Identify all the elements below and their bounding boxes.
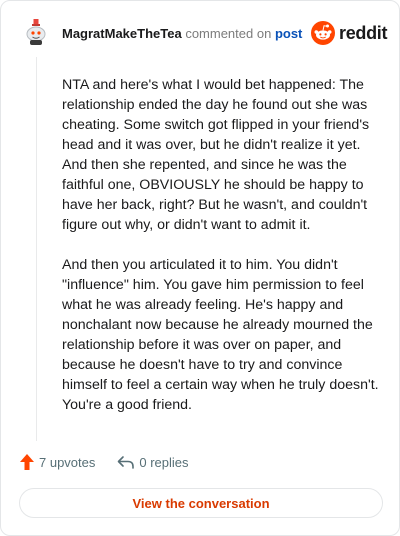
comment-body: NTA and here's what I would bet happened… [62, 75, 384, 435]
reply-button[interactable]: 0 replies [117, 454, 189, 470]
reddit-snoo-icon [311, 21, 335, 45]
reply-count: 0 replies [139, 454, 189, 470]
comment-paragraph: And then you articulated it to him. You … [62, 257, 379, 413]
upvote-count: 7 upvotes [39, 454, 96, 470]
reply-arrow-icon [118, 456, 135, 469]
username-link[interactable]: MagratMakeTheTea [62, 26, 182, 41]
reddit-wordmark: reddit [339, 22, 388, 43]
upvote-arrow-icon [20, 454, 34, 470]
view-conversation-button[interactable]: View the conversation [19, 488, 383, 518]
upvote-button[interactable]: 7 upvotes [19, 453, 95, 471]
comment-paragraph: NTA and here's what I would bet happened… [62, 77, 370, 233]
user-avatar[interactable] [21, 17, 51, 47]
commented-on-text: commented on [185, 26, 272, 41]
post-link[interactable]: post [275, 26, 302, 41]
comment-header: MagratMakeTheTea commented on post [62, 26, 302, 41]
thread-line [36, 57, 37, 441]
reddit-logo[interactable]: reddit [311, 21, 388, 45]
comment-card: MagratMakeTheTea commented on post reddi… [0, 0, 400, 536]
comment-actions: 7 upvotes 0 replies [19, 453, 189, 471]
